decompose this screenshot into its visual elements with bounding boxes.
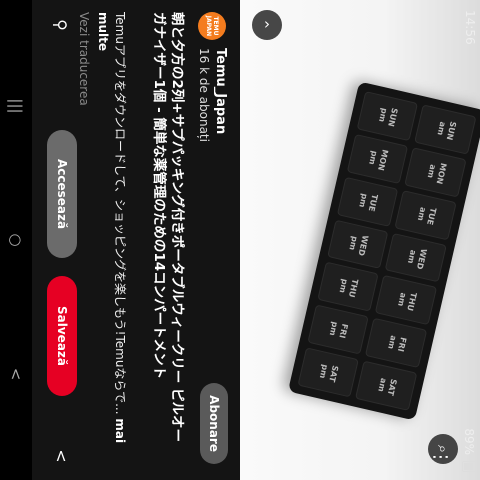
pin-title: 朝と夕方の2列+サプパッキング付きポータブルウィークリー ピルオーガナイザー1個… — [151, 12, 185, 442]
pill-compartment: THU am — [375, 275, 438, 326]
back-button[interactable]: ‹ — [252, 10, 282, 40]
pill-compartment: MON pm — [346, 133, 409, 184]
more-vertical-icon: ⋮ — [430, 448, 452, 466]
access-button[interactable]: Accesează — [47, 130, 77, 258]
search-button[interactable]: ⚲ — [48, 12, 74, 38]
pill-compartment: FRI pm — [307, 304, 370, 355]
share-button[interactable]: < — [48, 442, 76, 470]
battery-percent: 89% — [462, 428, 477, 455]
translate-link[interactable]: Vezi traducerea — [77, 12, 91, 106]
search-icon: ⚲ — [51, 19, 71, 31]
recents-button[interactable]: ||| — [6, 96, 26, 116]
back-nav-button[interactable]: < — [6, 364, 26, 384]
subscribe-button[interactable]: Abonare — [200, 383, 228, 464]
pill-compartment: WED pm — [327, 219, 389, 270]
pill-organizer: SUN am MON am TUE am WED am THU am FRI am SAT am SUN pm… — [287, 81, 480, 421]
pill-compartment: SAT am — [355, 360, 418, 411]
pill-compartment: THU pm — [317, 261, 380, 313]
description-text: Temuアプリをダウンロードして、ショッピングを楽しもう!Temuならで... — [113, 12, 127, 415]
profile-row: TEMU JAPAN Temu_Japan 16 k de abonați Ab… — [190, 12, 230, 472]
pill-compartment: SAT pm — [297, 347, 360, 398]
pill-grid: SUN am MON am TUE am WED am THU am FRI am SAT am SUN pm… — [297, 91, 477, 411]
pill-compartment: WED am — [385, 232, 447, 283]
avatar-text-2: JAPAN — [205, 15, 212, 37]
pill-compartment: SUN pm — [356, 91, 419, 142]
subscriber-count: 16 k de abonați — [197, 48, 211, 142]
avatar-text: TEMU — [212, 16, 219, 36]
pill-compartment: TUE pm — [336, 176, 399, 227]
recents-icon: ||| — [7, 98, 25, 114]
status-bar: 14:56 89% — [458, 0, 480, 480]
pill-compartment: TUE am — [394, 189, 457, 241]
profile-name[interactable]: Temu_Japan — [213, 48, 228, 134]
stage: SUN am MON am TUE am WED am THU am FRI am SAT am SUN pm… — [0, 0, 480, 480]
back-icon: < — [7, 367, 25, 381]
pin-description: Temuアプリをダウンロードして、ショッピングを楽しもう!Temuならで... … — [94, 12, 128, 462]
nav-bar: ||| ○ < — [0, 0, 32, 480]
more-options-button[interactable]: ⋮ — [426, 442, 456, 472]
pin-screen: SUN am MON am TUE am WED am THU am FRI am SAT am SUN pm… — [0, 0, 480, 480]
chevron-down-icon: ‹ — [264, 16, 270, 34]
pin-image[interactable]: SUN am MON am TUE am WED am THU am FRI am SAT am SUN pm… — [240, 0, 480, 480]
save-button[interactable]: Salvează — [47, 276, 77, 396]
battery-icon — [462, 461, 477, 472]
status-time: 14:56 — [463, 10, 477, 45]
avatar[interactable]: TEMU JAPAN — [198, 12, 226, 40]
share-icon: < — [52, 449, 72, 463]
home-icon: ○ — [7, 233, 25, 247]
home-button[interactable]: ○ — [6, 230, 26, 250]
pill-compartment: FRI am — [365, 318, 428, 369]
